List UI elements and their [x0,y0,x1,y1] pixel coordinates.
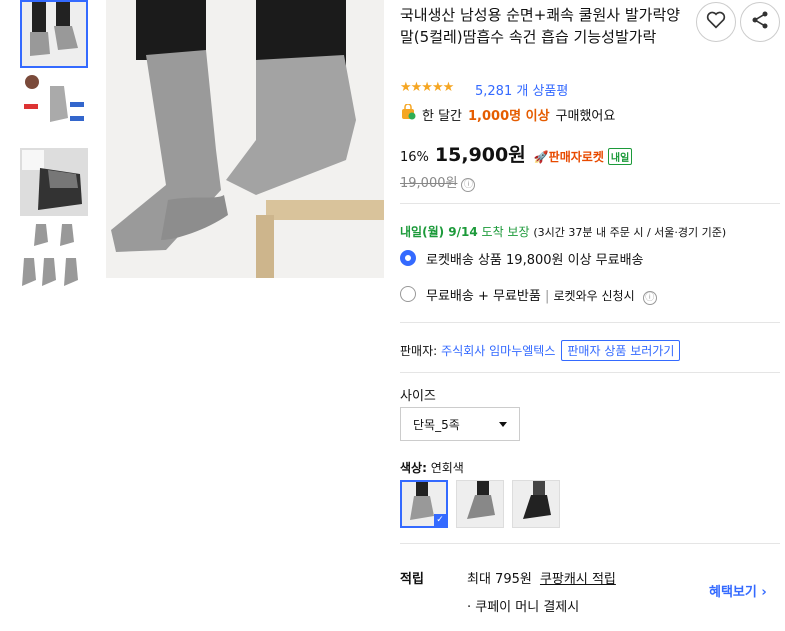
thumbnail-3[interactable] [20,148,88,216]
check-icon: ✓ [434,514,446,526]
wishlist-button[interactable] [696,2,736,42]
color-label-row: 색상: 연회색 [400,459,464,476]
delivery-info: 내일(월) 9/14 도착 보장 (3시간 37분 내 주문 시 / 서울·경기… [400,223,726,240]
share-icon [750,10,770,34]
divider [400,322,780,323]
coupang-cash-link[interactable]: 쿠팡캐시 적립 [540,572,616,587]
color-label: 색상: [400,461,427,475]
shipping-option-rocket-radio[interactable] [400,250,416,266]
shipping-option-free-radio[interactable] [400,286,416,302]
shipping-option-rocket-label: 로켓배송 상품 19,800원 이상 무료배송 [426,253,644,268]
original-price-value: 19,000원 [400,176,458,191]
color-swatch-gray[interactable] [456,480,504,528]
thumbnail-2[interactable] [20,72,88,140]
rating-stars: ★★★★★ [400,80,454,95]
thumbnail-1[interactable] [20,0,88,68]
color-swatch-light-gray[interactable]: ✓ [400,480,448,528]
rocket-wow-label: 로켓와우 신청시 [553,289,635,303]
points-label: 적립 [400,572,424,587]
seller-label: 판매자: [400,344,438,358]
price-row: 16% 15,900원 🚀판매자로켓 내일 [400,140,633,167]
divider [400,203,780,204]
size-label: 사이즈 [400,389,436,404]
seller-row: 판매자: 주식회사 임마누엘텍스 판매자 상품 보러가기 [400,340,681,361]
delivery-guarantee: 도착 보장 [481,225,530,239]
size-select[interactable]: 단목_5족 [400,407,520,441]
sale-price: 15,900원 [434,144,526,166]
delivery-note: (3시간 37분 내 주문 시 / 서울·경기 기준) [533,226,727,239]
rocket-badge: 🚀판매자로켓 [533,150,604,164]
bought-highlight: 1,000명 이상 [468,108,550,124]
discount-rate: 16% [400,150,429,165]
original-price: 19,000원 ⓘ [400,172,476,192]
color-swatch-black[interactable] [512,480,560,528]
info-icon[interactable]: ⓘ [642,291,657,305]
points-max: 최대 795원 [467,572,532,587]
share-button[interactable] [740,2,780,42]
shipping-option-free: 무료배송 + 무료반품 | 로켓와우 신청시 ⓘ [426,285,657,305]
caret-down-icon [499,422,507,427]
divider [400,372,780,373]
shipping-option-free-label: 무료배송 + 무료반품 [426,289,541,304]
color-selected: 연회색 [430,461,464,475]
thumbnail-4[interactable] [20,222,88,290]
rocket-label: 판매자로켓 [548,150,604,164]
bag-icon [400,103,416,124]
heart-icon [706,11,726,33]
info-icon[interactable]: ⓘ [461,178,476,192]
bought-prefix: 한 달간 [422,108,463,124]
delivery-date: 내일(월) 9/14 [400,225,478,239]
naeil-badge: 내일 [607,148,633,165]
divider [400,543,780,544]
benefit-link-label: 혜택보기 [709,585,757,600]
seller-name-link[interactable]: 주식회사 임마누엘텍스 [441,342,555,359]
bought-suffix: 구매했어요 [555,108,616,124]
size-selected: 단목_5족 [413,417,460,432]
review-count-link[interactable]: 5,281 개 상품평 [475,80,568,99]
product-title: 국내생산 남성용 순면+쾌속 쿨원사 발가락양말(5컬레)땀흡수 속건 흡습 기… [400,6,681,46]
points-max-row: 최대 795원 쿠팡캐시 적립 [467,568,616,587]
product-main-image [106,0,384,278]
benefit-link[interactable]: 혜택보기 › [709,581,767,600]
seller-products-button[interactable]: 판매자 상품 보러가기 [561,340,681,361]
purchase-count: 한 달간 1,000명 이상 구매했어요 [400,103,616,124]
coupay-note: · 쿠페이 머니 결제시 [467,600,580,615]
chevron-right-icon: › [761,585,767,600]
